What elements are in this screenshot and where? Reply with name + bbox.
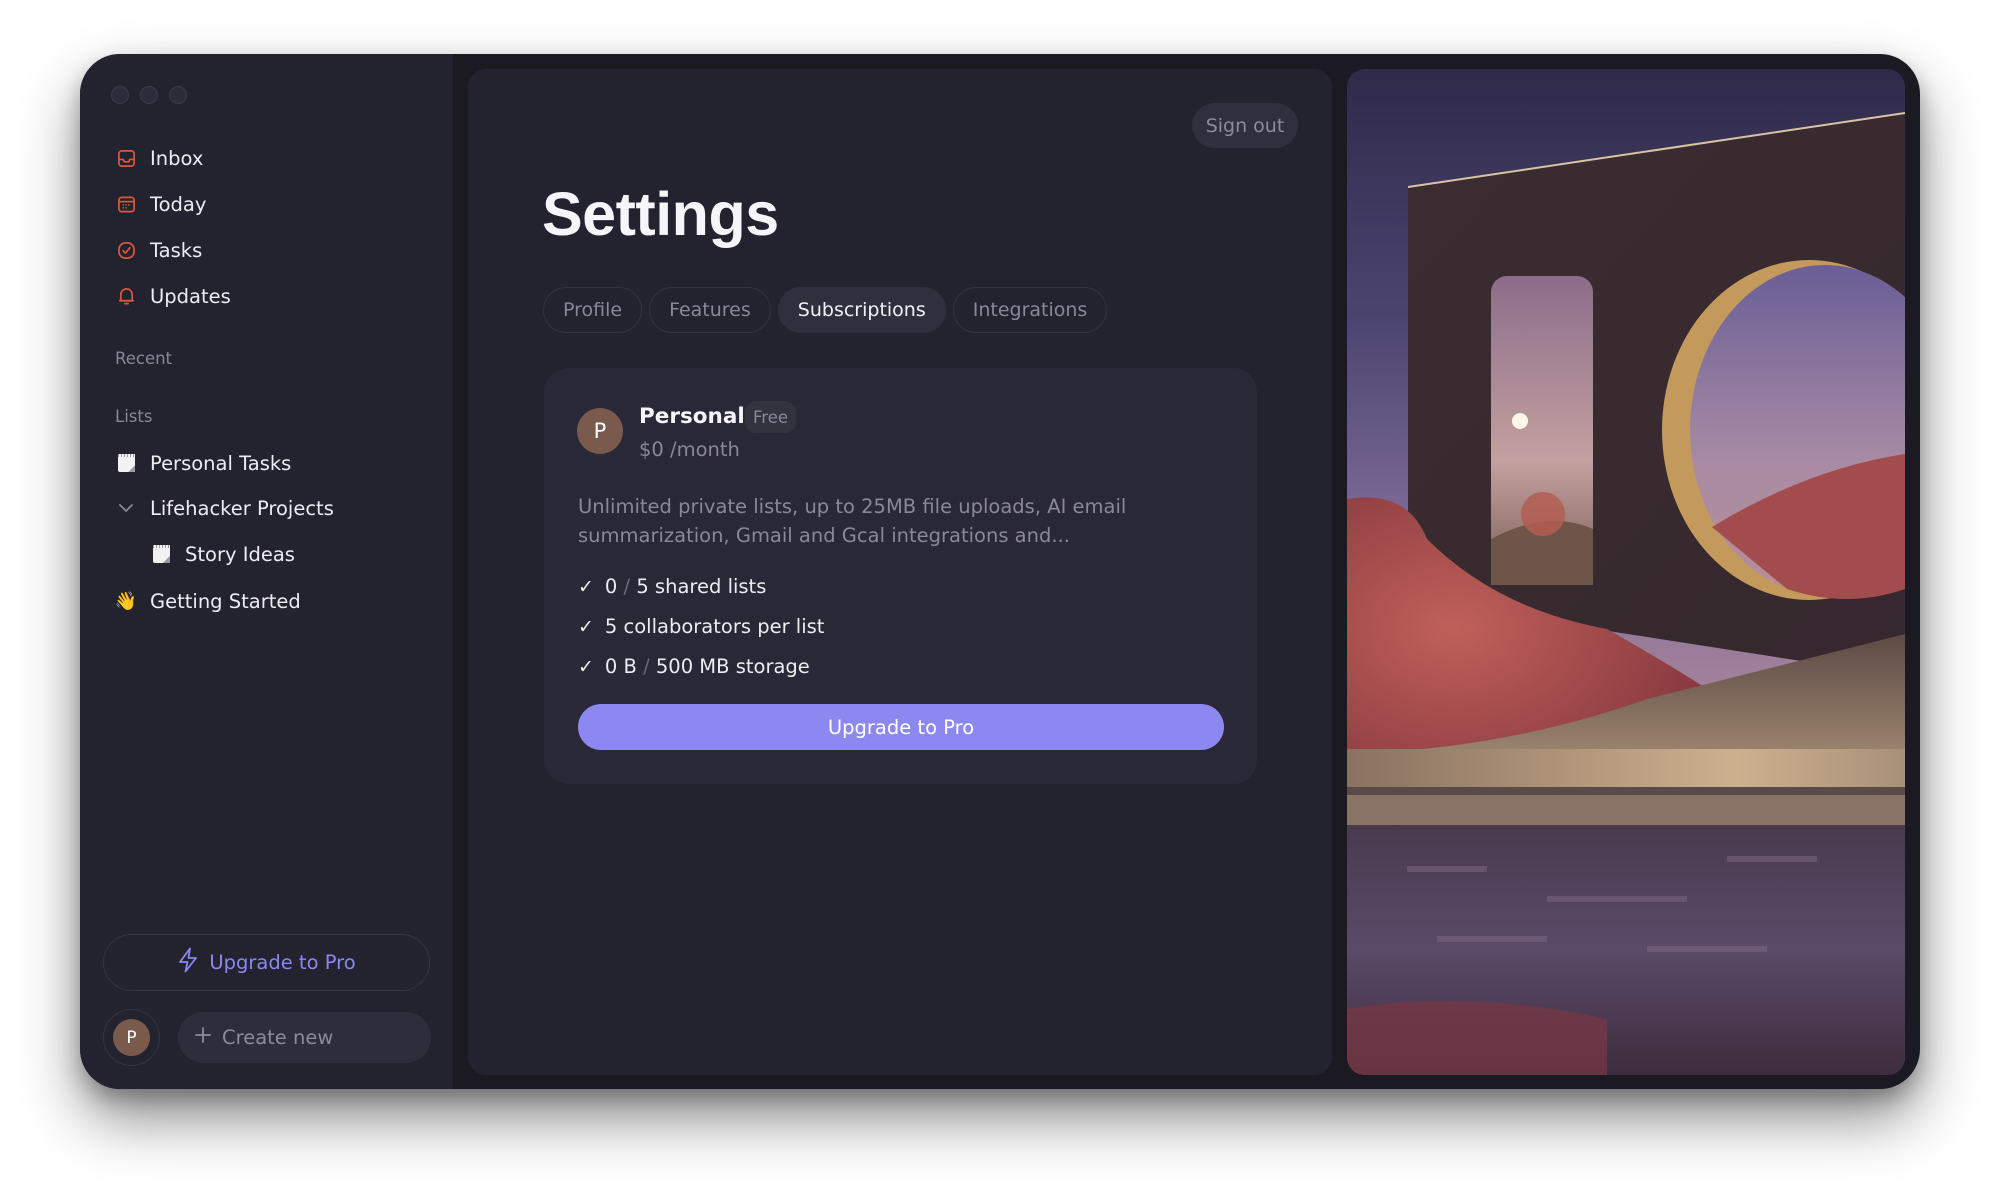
bell-icon [116,286,136,306]
plan-card: P Personal Free $0 /month Unlimited priv… [544,368,1257,784]
feature-text: 5 collaborators per list [604,615,825,638]
sidebar-item-label: Updates [150,284,231,308]
check-circle-icon [116,240,136,260]
sign-out-button[interactable]: Sign out [1192,103,1298,148]
sidebar-item-label: Today [150,192,207,216]
check-icon: ✓ [578,655,594,678]
list-item-label: Lifehacker Projects [150,496,334,520]
tab-integrations[interactable]: Integrations [952,287,1108,333]
upgrade-to-pro-button[interactable]: Upgrade to Pro [578,704,1224,750]
notepad-icon [151,544,171,564]
feature-text: 5 shared lists [636,575,767,598]
tab-profile[interactable]: Profile [543,287,643,333]
feature-used: 0 B [604,655,637,678]
window-zoom-button[interactable] [169,86,187,104]
list-item-label: Getting Started [150,589,301,613]
chevron-down-icon[interactable] [116,498,136,518]
plus-icon [194,1026,212,1049]
plan-feature-storage: ✓ 0 B / 500 MB storage [578,655,810,678]
settings-tabs: Profile Features Subscriptions Integrati… [543,287,1108,333]
window-minimize-button[interactable] [140,86,158,104]
create-new-label: Create new [222,1026,334,1049]
tab-subscriptions[interactable]: Subscriptions [777,287,946,333]
lists-section-label: Lists [115,407,153,426]
window-close-button[interactable] [111,86,129,104]
waving-hand-icon: 👋 [114,590,138,612]
sidebar-item-label: Tasks [150,238,203,262]
settings-panel: Sign out Settings Profile Features Subsc… [468,69,1332,1075]
plan-feature-shared-lists: ✓ 0 / 5 shared lists [578,575,766,598]
list-item-getting-started[interactable]: 👋 Getting Started [114,583,301,619]
sidebar-item-today[interactable]: Today [116,186,206,222]
list-item-label: Story Ideas [185,542,295,566]
sidebar-item-inbox[interactable]: Inbox [116,140,203,176]
surreal-landscape-illustration [1347,69,1905,1075]
app-window: Inbox Today Tasks Updates Recent Lists P… [80,54,1920,1089]
tab-features[interactable]: Features [649,287,771,333]
check-icon: ✓ [578,575,594,598]
inbox-icon [116,148,136,168]
page-title: Settings [542,180,779,248]
sidebar-upgrade-label: Upgrade to Pro [209,951,356,974]
create-new-button[interactable]: Create new [178,1012,431,1063]
feature-separator: / [623,575,631,598]
list-item-personal-tasks[interactable]: Personal Tasks [116,445,291,481]
plan-description: Unlimited private lists, up to 25MB file… [578,495,1127,547]
plan-avatar: P [577,408,623,454]
feature-used: 0 [604,575,618,598]
notepad-icon [116,453,136,473]
decorative-artwork [1347,69,1905,1075]
sidebar-item-label: Inbox [150,146,204,170]
plan-price: $0 /month [639,438,740,461]
list-item-lifehacker-projects[interactable]: Lifehacker Projects [116,490,334,526]
plan-badge: Free [745,401,797,433]
recent-section-label: Recent [115,349,173,368]
lightning-icon [177,947,199,978]
avatar: P [113,1019,150,1056]
feature-text: 500 MB storage [655,655,810,678]
sidebar: Inbox Today Tasks Updates Recent Lists P… [80,54,453,1089]
sidebar-item-tasks[interactable]: Tasks [116,232,202,268]
sidebar-item-updates[interactable]: Updates [116,278,231,314]
user-avatar-button[interactable]: P [103,1009,160,1066]
check-icon: ✓ [578,615,594,638]
list-item-story-ideas[interactable]: Story Ideas [151,536,295,572]
calendar-icon [116,194,136,214]
list-item-label: Personal Tasks [150,451,292,475]
plan-feature-collaborators: ✓ 5 collaborators per list [578,615,824,638]
sidebar-upgrade-button[interactable]: Upgrade to Pro [103,934,430,991]
feature-separator: / [643,655,650,678]
plan-name: Personal [639,404,745,429]
